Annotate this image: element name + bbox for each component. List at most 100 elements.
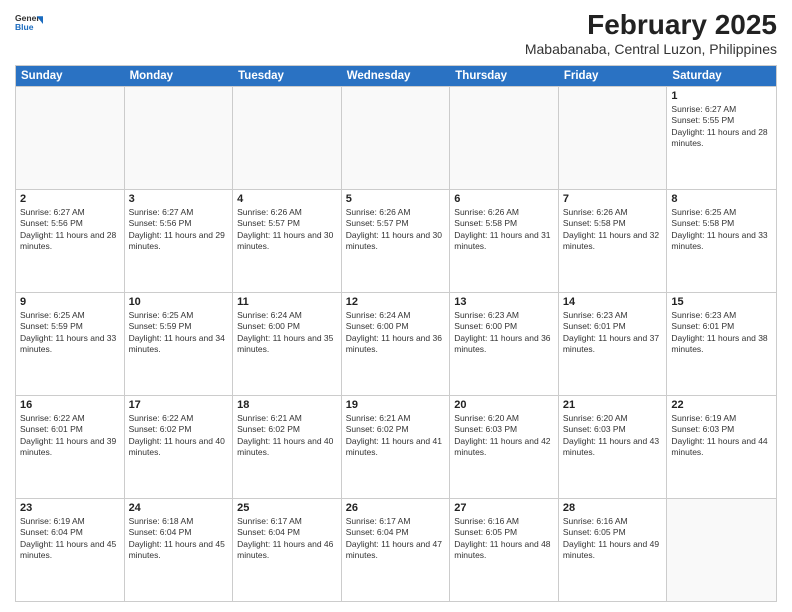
day-number: 22 (671, 399, 772, 411)
cal-cell-w3-d2: 18 Sunrise: 6:21 AM Sunset: 6:02 PM Dayli… (233, 396, 342, 498)
cal-cell-w4-d0: 23 Sunrise: 6:19 AM Sunset: 6:04 PM Dayli… (16, 499, 125, 601)
cal-cell-w1-d0: 2 Sunrise: 6:27 AM Sunset: 5:56 PM Daylig… (16, 190, 125, 292)
cal-cell-w2-d6: 15 Sunrise: 6:23 AM Sunset: 6:01 PM Dayli… (667, 293, 776, 395)
day-number: 17 (129, 399, 229, 411)
day-number: 8 (671, 193, 772, 205)
day-number: 11 (237, 296, 337, 308)
cal-cell-w4-d4: 27 Sunrise: 6:16 AM Sunset: 6:05 PM Dayli… (450, 499, 559, 601)
week-row-2: 9 Sunrise: 6:25 AM Sunset: 5:59 PM Daylig… (16, 292, 776, 395)
day-number: 19 (346, 399, 446, 411)
day-info: Sunrise: 6:26 AM Sunset: 5:57 PM Dayligh… (237, 207, 337, 253)
day-number: 16 (20, 399, 120, 411)
day-number: 27 (454, 502, 554, 514)
day-number: 7 (563, 193, 663, 205)
header-wednesday: Wednesday (342, 66, 451, 86)
cal-cell-w2-d4: 13 Sunrise: 6:23 AM Sunset: 6:00 PM Dayli… (450, 293, 559, 395)
day-number: 10 (129, 296, 229, 308)
day-info: Sunrise: 6:27 AM Sunset: 5:56 PM Dayligh… (20, 207, 120, 253)
cal-cell-w0-d3 (342, 87, 451, 189)
header-friday: Friday (559, 66, 668, 86)
day-number: 20 (454, 399, 554, 411)
cal-cell-w3-d3: 19 Sunrise: 6:21 AM Sunset: 6:02 PM Dayli… (342, 396, 451, 498)
cal-cell-w2-d5: 14Sunrise: 6:23 AM Sunset: 6:01 PM Dayli… (559, 293, 668, 395)
day-info: Sunrise: 6:25 AM Sunset: 5:59 PM Dayligh… (20, 310, 120, 356)
cal-cell-w4-d1: 24Sunrise: 6:18 AM Sunset: 6:04 PM Dayli… (125, 499, 234, 601)
day-info: Sunrise: 6:18 AM Sunset: 6:04 PM Dayligh… (129, 516, 229, 562)
cal-cell-w0-d6: 1Sunrise: 6:27 AM Sunset: 5:55 PM Daylig… (667, 87, 776, 189)
day-number: 26 (346, 502, 446, 514)
day-number: 3 (129, 193, 229, 205)
day-info: Sunrise: 6:19 AM Sunset: 6:03 PM Dayligh… (671, 413, 772, 459)
location: Mababanaba, Central Luzon, Philippines (525, 41, 777, 57)
header-thursday: Thursday (450, 66, 559, 86)
cal-cell-w3-d1: 17Sunrise: 6:22 AM Sunset: 6:02 PM Dayli… (125, 396, 234, 498)
day-number: 6 (454, 193, 554, 205)
month-year: February 2025 (525, 10, 777, 41)
day-number: 21 (563, 399, 663, 411)
header-sunday: Sunday (16, 66, 125, 86)
day-info: Sunrise: 6:21 AM Sunset: 6:02 PM Dayligh… (237, 413, 337, 459)
cal-cell-w2-d0: 9 Sunrise: 6:25 AM Sunset: 5:59 PM Daylig… (16, 293, 125, 395)
cal-cell-w0-d2 (233, 87, 342, 189)
day-number: 14 (563, 296, 663, 308)
cal-cell-w0-d1 (125, 87, 234, 189)
header-tuesday: Tuesday (233, 66, 342, 86)
cal-cell-w3-d4: 20 Sunrise: 6:20 AM Sunset: 6:03 PM Dayli… (450, 396, 559, 498)
day-number: 15 (671, 296, 772, 308)
day-info: Sunrise: 6:23 AM Sunset: 6:00 PM Dayligh… (454, 310, 554, 356)
cal-cell-w0-d4 (450, 87, 559, 189)
cal-cell-w1-d3: 5 Sunrise: 6:26 AM Sunset: 5:57 PM Daylig… (342, 190, 451, 292)
week-row-1: 2 Sunrise: 6:27 AM Sunset: 5:56 PM Daylig… (16, 189, 776, 292)
page: General Blue February 2025 Mababanaba, C… (0, 0, 792, 612)
day-info: Sunrise: 6:25 AM Sunset: 5:59 PM Dayligh… (129, 310, 229, 356)
cal-cell-w3-d0: 16Sunrise: 6:22 AM Sunset: 6:01 PM Dayli… (16, 396, 125, 498)
day-number: 28 (563, 502, 663, 514)
day-info: Sunrise: 6:16 AM Sunset: 6:05 PM Dayligh… (454, 516, 554, 562)
day-info: Sunrise: 6:26 AM Sunset: 5:57 PM Dayligh… (346, 207, 446, 253)
cal-cell-w2-d1: 10 Sunrise: 6:25 AM Sunset: 5:59 PM Dayli… (125, 293, 234, 395)
day-info: Sunrise: 6:16 AM Sunset: 6:05 PM Dayligh… (563, 516, 663, 562)
day-number: 25 (237, 502, 337, 514)
day-info: Sunrise: 6:17 AM Sunset: 6:04 PM Dayligh… (237, 516, 337, 562)
cal-cell-w4-d5: 28 Sunrise: 6:16 AM Sunset: 6:05 PM Dayli… (559, 499, 668, 601)
cal-cell-w1-d5: 7 Sunrise: 6:26 AM Sunset: 5:58 PM Daylig… (559, 190, 668, 292)
day-info: Sunrise: 6:26 AM Sunset: 5:58 PM Dayligh… (563, 207, 663, 253)
day-info: Sunrise: 6:27 AM Sunset: 5:56 PM Dayligh… (129, 207, 229, 253)
title-block: February 2025 Mababanaba, Central Luzon,… (525, 10, 777, 57)
header-saturday: Saturday (667, 66, 776, 86)
cal-cell-w4-d6 (667, 499, 776, 601)
week-row-4: 23 Sunrise: 6:19 AM Sunset: 6:04 PM Dayli… (16, 498, 776, 601)
day-info: Sunrise: 6:26 AM Sunset: 5:58 PM Dayligh… (454, 207, 554, 253)
week-row-3: 16Sunrise: 6:22 AM Sunset: 6:01 PM Dayli… (16, 395, 776, 498)
day-number: 23 (20, 502, 120, 514)
day-info: Sunrise: 6:25 AM Sunset: 5:58 PM Dayligh… (671, 207, 772, 253)
week-row-0: 1Sunrise: 6:27 AM Sunset: 5:55 PM Daylig… (16, 86, 776, 189)
svg-text:Blue: Blue (15, 22, 34, 32)
day-info: Sunrise: 6:24 AM Sunset: 6:00 PM Dayligh… (237, 310, 337, 356)
day-number: 4 (237, 193, 337, 205)
logo-icon: General Blue (15, 10, 43, 38)
day-number: 13 (454, 296, 554, 308)
day-number: 1 (671, 90, 772, 102)
cal-cell-w2-d2: 11 Sunrise: 6:24 AM Sunset: 6:00 PM Dayli… (233, 293, 342, 395)
calendar-header: Sunday Monday Tuesday Wednesday Thursday… (16, 66, 776, 86)
day-info: Sunrise: 6:19 AM Sunset: 6:04 PM Dayligh… (20, 516, 120, 562)
day-info: Sunrise: 6:21 AM Sunset: 6:02 PM Dayligh… (346, 413, 446, 459)
logo: General Blue (15, 10, 43, 38)
cal-cell-w4-d3: 26 Sunrise: 6:17 AM Sunset: 6:04 PM Dayli… (342, 499, 451, 601)
day-number: 2 (20, 193, 120, 205)
day-number: 12 (346, 296, 446, 308)
cal-cell-w3-d5: 21Sunrise: 6:20 AM Sunset: 6:03 PM Dayli… (559, 396, 668, 498)
cal-cell-w1-d2: 4 Sunrise: 6:26 AM Sunset: 5:57 PM Daylig… (233, 190, 342, 292)
day-number: 5 (346, 193, 446, 205)
day-info: Sunrise: 6:20 AM Sunset: 6:03 PM Dayligh… (454, 413, 554, 459)
calendar-body: 1Sunrise: 6:27 AM Sunset: 5:55 PM Daylig… (16, 86, 776, 601)
day-info: Sunrise: 6:23 AM Sunset: 6:01 PM Dayligh… (671, 310, 772, 356)
cal-cell-w2-d3: 12Sunrise: 6:24 AM Sunset: 6:00 PM Dayli… (342, 293, 451, 395)
day-number: 9 (20, 296, 120, 308)
cal-cell-w0-d5 (559, 87, 668, 189)
header-monday: Monday (125, 66, 234, 86)
cal-cell-w3-d6: 22 Sunrise: 6:19 AM Sunset: 6:03 PM Dayli… (667, 396, 776, 498)
day-number: 18 (237, 399, 337, 411)
day-info: Sunrise: 6:17 AM Sunset: 6:04 PM Dayligh… (346, 516, 446, 562)
